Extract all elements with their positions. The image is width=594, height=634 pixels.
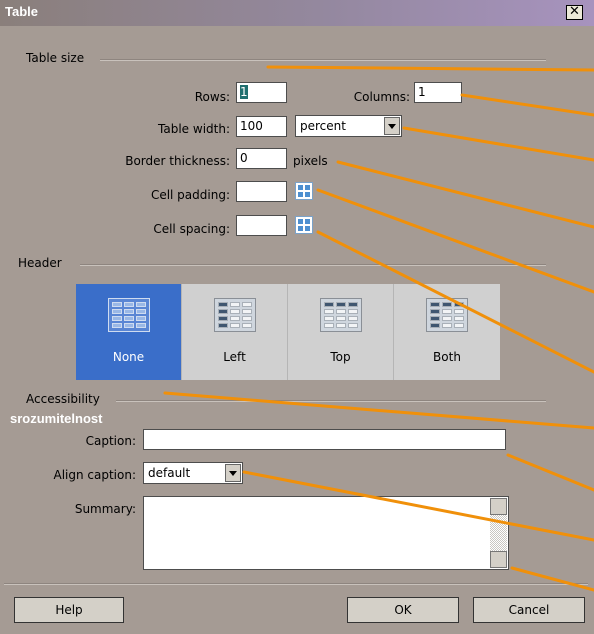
section-heading-table-size: Table size <box>26 51 91 65</box>
header-option-label: None <box>112 350 145 364</box>
window-title: Table <box>5 4 38 19</box>
table-left-header-icon <box>214 298 256 332</box>
border-unit-label: pixels <box>293 154 328 168</box>
align-caption-select[interactable]: default <box>143 462 243 484</box>
chevron-down-icon[interactable] <box>225 464 241 482</box>
caption-label: Caption: <box>85 434 136 448</box>
cell-padding-input[interactable] <box>236 181 287 202</box>
header-option-left[interactable]: Left <box>182 284 288 380</box>
callout-line-columns <box>460 93 594 117</box>
section-heading-header: Header <box>18 256 68 270</box>
header-option-none[interactable]: None <box>76 284 182 380</box>
section-divider <box>100 59 546 61</box>
scroll-up-arrow[interactable] <box>490 498 507 515</box>
table-none-icon <box>108 298 150 332</box>
cell-spacing-icon <box>295 216 313 234</box>
columns-label: Columns: <box>353 90 410 104</box>
rows-input[interactable]: 1 <box>236 82 287 103</box>
callout-line-border <box>336 160 594 229</box>
align-caption-label: Align caption: <box>53 468 136 482</box>
summary-scrollbar[interactable] <box>490 498 507 568</box>
table-both-header-icon <box>426 298 468 332</box>
header-option-top[interactable]: Top <box>288 284 394 380</box>
section-divider <box>116 400 546 402</box>
callout-line-table-size <box>266 65 594 72</box>
callout-line-caption <box>506 453 594 492</box>
columns-input[interactable]: 1 <box>414 82 462 103</box>
summary-textarea[interactable] <box>143 496 509 570</box>
width-unit-select[interactable]: percent <box>295 115 402 137</box>
border-thickness-input[interactable]: 0 <box>236 148 287 169</box>
table-width-input[interactable]: 100 <box>236 116 287 137</box>
cell-spacing-input[interactable] <box>236 215 287 236</box>
cell-spacing-label: Cell spacing: <box>153 222 230 236</box>
cell-padding-icon <box>295 182 313 200</box>
callout-line-padding <box>316 188 594 294</box>
table-width-label: Table width: <box>158 122 230 136</box>
caption-input[interactable] <box>143 429 506 450</box>
rows-label: Rows: <box>194 90 230 104</box>
border-thickness-label: Border thickness: <box>125 154 230 168</box>
width-unit-value: percent <box>300 119 346 133</box>
summary-label: Summary: <box>74 502 136 516</box>
cancel-button[interactable]: Cancel <box>473 597 585 623</box>
footer-divider <box>4 583 588 585</box>
cell-padding-label: Cell padding: <box>150 188 230 202</box>
title-bar <box>0 0 594 26</box>
scroll-down-arrow[interactable] <box>490 551 507 568</box>
chevron-down-icon[interactable] <box>384 117 400 135</box>
header-option-label: Left <box>223 350 246 364</box>
table-top-header-icon <box>320 298 362 332</box>
callout-line-width-unit <box>402 126 594 162</box>
section-divider <box>80 264 546 266</box>
align-caption-value: default <box>148 466 191 480</box>
section-heading-accessibility: Accessibility <box>26 392 106 406</box>
close-button[interactable]: ✕ <box>566 5 583 20</box>
rows-value: 1 <box>240 85 248 99</box>
help-button[interactable]: Help <box>14 597 124 623</box>
scroll-track[interactable] <box>490 515 507 551</box>
callout-line-summary <box>510 566 594 592</box>
header-option-label: Both <box>433 350 461 364</box>
header-option-label: Top <box>330 350 351 364</box>
header-option-both[interactable]: Both <box>394 284 500 380</box>
ok-button[interactable]: OK <box>347 597 459 623</box>
callout-line-accessibility <box>163 391 594 430</box>
annotation-label: srozumitelnost <box>10 411 103 426</box>
